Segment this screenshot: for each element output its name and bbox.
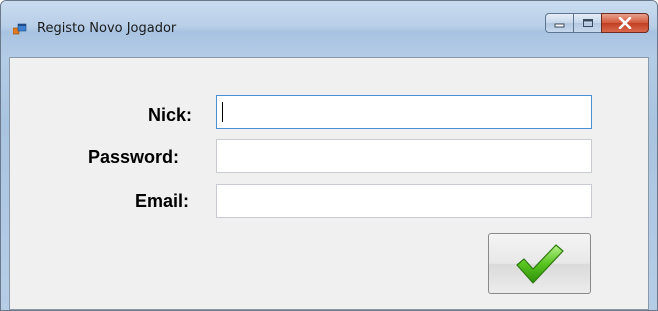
password-label: Password: [88, 147, 180, 167]
minimize-icon [554, 23, 564, 28]
submit-button[interactable] [488, 233, 591, 294]
app-window-icon [13, 23, 27, 35]
password-input[interactable] [216, 139, 592, 173]
caption-buttons [545, 13, 649, 37]
minimize-button[interactable] [545, 13, 573, 33]
maximize-icon [582, 19, 593, 27]
text-caret [222, 102, 223, 122]
email-label: Email: [135, 191, 190, 211]
form-area: Nick: Password: Email: [9, 57, 649, 310]
nick-label: Nick: [148, 105, 193, 125]
nick-input[interactable] [216, 95, 592, 129]
close-button[interactable] [601, 13, 649, 33]
window-title: Registo Novo Jogador [37, 21, 177, 36]
title-bar[interactable]: Registo Novo Jogador [1, 1, 657, 57]
registration-window: Registo Novo Jogador Nick: Password: Ema… [0, 0, 658, 311]
maximize-button[interactable] [573, 13, 601, 33]
email-input[interactable] [216, 184, 592, 218]
close-icon [618, 17, 632, 29]
checkmark-icon [515, 243, 564, 284]
